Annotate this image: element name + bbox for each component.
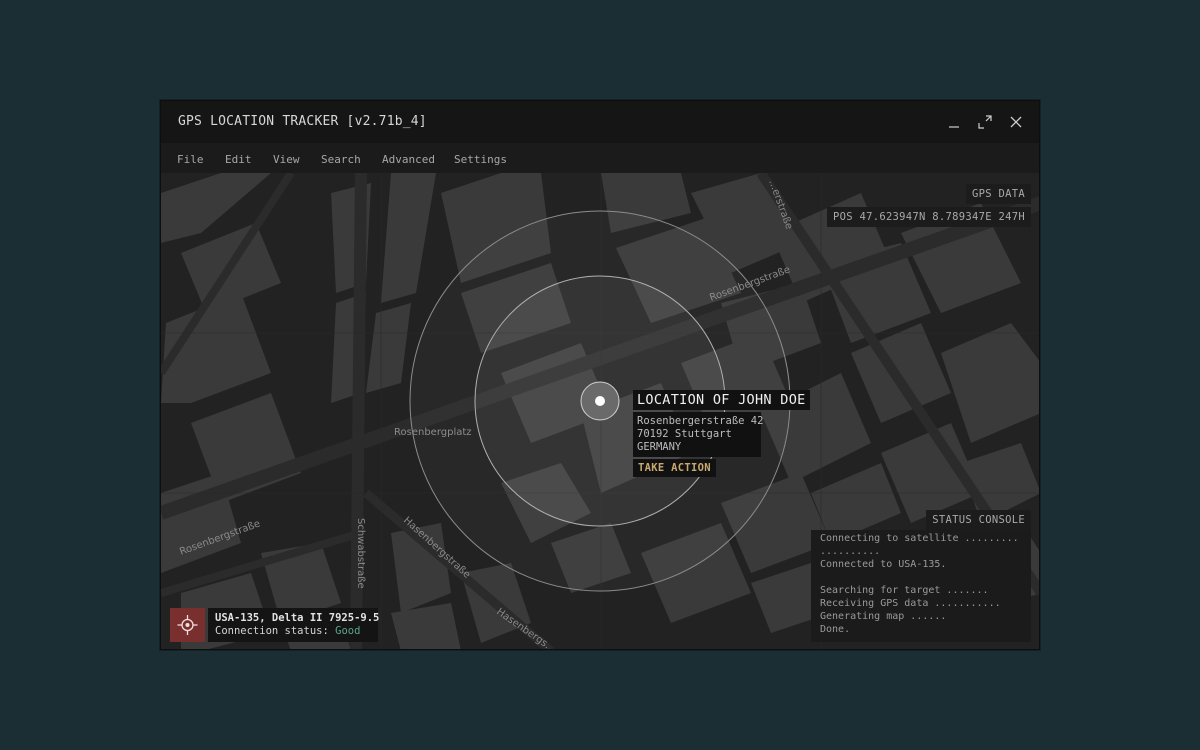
console-log: Connecting to satellite ......... ......… xyxy=(820,532,1019,636)
console-line: Done. xyxy=(820,624,851,635)
street-label-schwabstrasse: Schwabstraße xyxy=(355,518,366,589)
gps-position-readout: POS 47.623947N 8.789347E 247H xyxy=(826,207,1031,227)
close-icon[interactable] xyxy=(1005,111,1027,133)
target-title: LOCATION OF JOHN DOE xyxy=(633,390,810,410)
location-pin-center xyxy=(595,396,605,406)
menu-view[interactable]: View xyxy=(273,153,300,166)
menu-search[interactable]: Search xyxy=(321,153,361,166)
menu-edit[interactable]: Edit xyxy=(225,153,252,166)
address-line-country: GERMANY xyxy=(637,441,682,453)
maximize-icon[interactable] xyxy=(974,111,996,133)
console-line: Searching for target ....... xyxy=(820,585,989,596)
title-bar: GPS LOCATION TRACKER [v2.71b_4] xyxy=(161,101,1039,143)
console-line: .......... xyxy=(820,546,881,557)
connection-status-label: Connection status: xyxy=(215,625,329,637)
menu-bar: File Edit View Search Advanced Settings xyxy=(161,143,1039,173)
console-line: Connecting to satellite ......... xyxy=(820,533,1019,544)
gps-data-label: GPS DATA xyxy=(966,184,1031,204)
take-action-button[interactable]: TAKE ACTION xyxy=(633,459,716,477)
connection-status-value: Good xyxy=(335,625,361,637)
address-line-city: 70192 Stuttgart xyxy=(637,428,732,440)
satellite-name: USA-135, Delta II 7925-9.5 xyxy=(215,612,380,624)
console-line: Connected to USA-135. xyxy=(820,559,947,570)
app-window: GPS LOCATION TRACKER [v2.71b_4] File Edi… xyxy=(160,100,1040,650)
satellite-info: USA-135, Delta II 7925-9.5 Connection st… xyxy=(208,608,380,642)
console-line: Generating map ...... xyxy=(820,611,947,622)
map-view[interactable]: …erstraße Rosenbergstraße Rosenbergplatz… xyxy=(161,173,1039,649)
target-address: Rosenbergerstraße 42 70192 Stuttgart GER… xyxy=(633,412,764,457)
menu-advanced[interactable]: Advanced xyxy=(382,153,435,166)
status-console-label: STATUS CONSOLE xyxy=(926,510,1031,530)
minimize-icon[interactable] xyxy=(943,111,965,133)
menu-settings[interactable]: Settings xyxy=(454,153,507,166)
locate-button[interactable] xyxy=(170,608,205,642)
menu-file[interactable]: File xyxy=(177,153,204,166)
crosshair-location-icon xyxy=(177,615,198,635)
status-console[interactable]: Connecting to satellite ......... ......… xyxy=(811,530,1031,642)
connection-status: Connection status: Good xyxy=(215,625,371,638)
address-line-street: Rosenbergerstraße 42 xyxy=(637,415,764,427)
window-title: GPS LOCATION TRACKER [v2.71b_4] xyxy=(178,114,427,129)
console-line: Receiving GPS data ........... xyxy=(820,598,1001,609)
